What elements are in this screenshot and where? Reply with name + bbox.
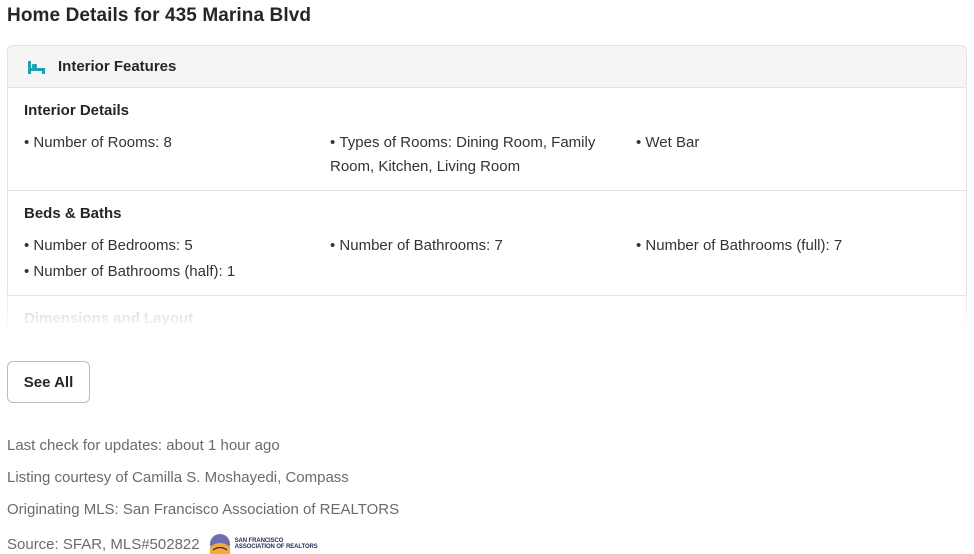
bed-icon [26, 59, 48, 75]
list-item: Number of Bathrooms (half): 1 [24, 260, 330, 284]
source-text: Source: SFAR, MLS#502822 [7, 535, 200, 553]
section-title: Beds & Baths [24, 205, 122, 222]
source-line: Source: SFAR, MLS#502822 San Francisco A… [7, 533, 318, 554]
list-item: Number of Rooms: 8 [24, 131, 330, 179]
logo-text-line2: Association of Realtors [234, 544, 318, 550]
section-interior-details: Interior Details Number of Rooms: 8 Type… [8, 88, 966, 191]
last-check-text: Last check for updates: about 1 hour ago [7, 437, 280, 454]
originating-mls-text: Originating MLS: San Francisco Associati… [7, 501, 400, 518]
section-title: Interior Details [24, 102, 130, 119]
page-title: Home Details for 435 Marina Blvd [7, 5, 312, 26]
panel-header-label: Interior Features [58, 58, 177, 75]
list-item: Wet Bar [636, 131, 942, 179]
section-beds-baths: Beds & Baths Number of Bedrooms: 5 Numbe… [8, 191, 966, 296]
list-item: Types of Rooms: Dining Room, Family Room… [330, 131, 636, 179]
interior-features-panel: Interior Features Interior Details Numbe… [7, 45, 967, 347]
list-item: Number of Bedrooms: 5 [24, 234, 330, 258]
section-title: Dimensions and Layout [24, 310, 194, 327]
section-dimensions-layout: Dimensions and Layout [8, 296, 966, 347]
listing-courtesy-text: Listing courtesy of Camilla S. Moshayedi… [7, 469, 349, 486]
list-item: Number of Bathrooms (full): 7 [636, 234, 942, 258]
panel-header[interactable]: Interior Features [8, 46, 966, 88]
list-item: Number of Bathrooms: 7 [330, 234, 636, 258]
sfar-logo: San Francisco Association of Realtors [208, 533, 318, 554]
see-all-button[interactable]: See All [7, 361, 90, 403]
